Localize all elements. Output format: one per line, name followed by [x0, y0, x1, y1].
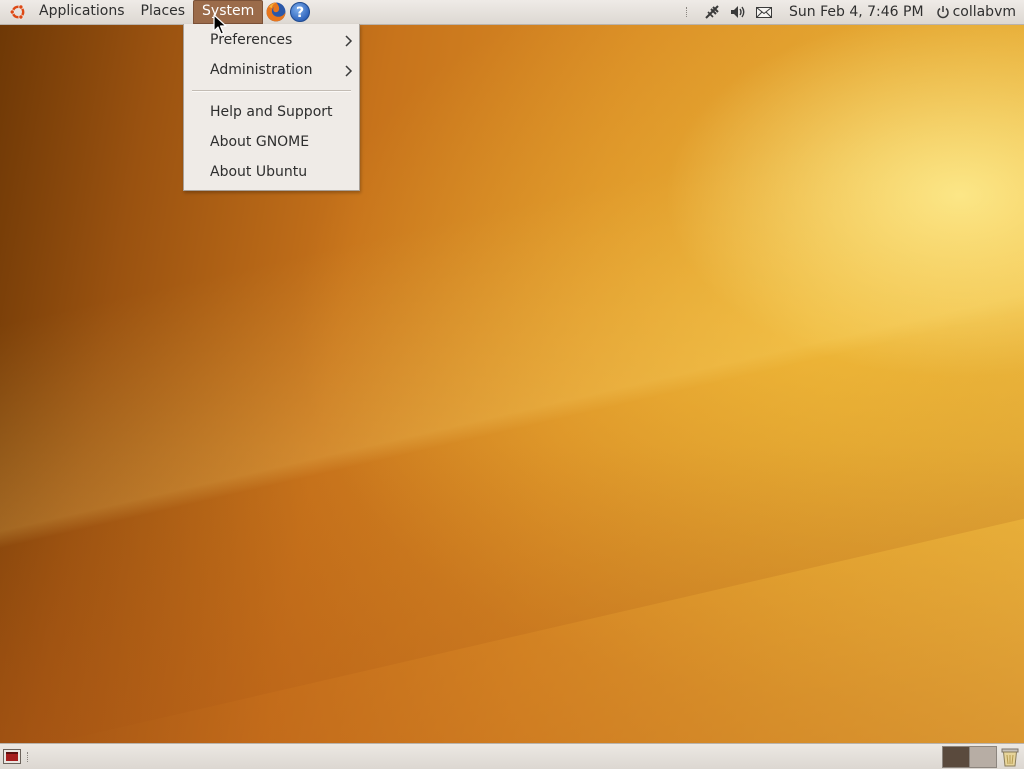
firefox-icon[interactable]: [265, 1, 287, 23]
show-desktop-icon[interactable]: [3, 749, 21, 764]
workspace-2[interactable]: [969, 746, 997, 768]
ubuntu-logo-icon[interactable]: [9, 3, 27, 21]
top-panel: Applications Places System ? Sun Feb 4, …: [0, 0, 1024, 25]
menu-item-about-ubuntu[interactable]: About Ubuntu: [210, 161, 307, 183]
help-icon[interactable]: ?: [289, 1, 311, 23]
menu-item-label: About GNOME: [210, 134, 310, 150]
menu-applications[interactable]: Applications: [31, 0, 133, 24]
menu-item-preferences[interactable]: Preferences: [210, 29, 350, 51]
volume-icon[interactable]: [728, 3, 748, 21]
chevron-right-icon: [345, 35, 353, 47]
chevron-right-icon: [345, 65, 353, 77]
menu-item-about-gnome[interactable]: About GNOME: [210, 131, 309, 153]
trash-icon[interactable]: [999, 746, 1021, 767]
desktop-wallpaper[interactable]: [0, 25, 1024, 743]
menu-item-label: About Ubuntu: [210, 164, 308, 180]
clock[interactable]: Sun Feb 4, 7:46 PM: [789, 4, 924, 20]
workspace-1[interactable]: [942, 746, 970, 768]
menu-separator: [192, 90, 351, 92]
menu-places[interactable]: Places: [133, 0, 194, 24]
svg-text:?: ?: [296, 5, 304, 21]
menu-item-label: Administration: [210, 62, 313, 78]
mouse-cursor-icon: [213, 14, 227, 35]
network-icon[interactable]: [702, 3, 722, 21]
user-menu[interactable]: collabvm: [936, 4, 1016, 20]
user-name: collabvm: [952, 4, 1016, 20]
system-menu: Preferences Administration Help and Supp…: [183, 24, 360, 191]
menu-item-label: Help and Support: [210, 104, 333, 120]
system-tray: Sun Feb 4, 7:46 PM collabvm: [678, 0, 1024, 24]
panel-handle[interactable]: [686, 7, 691, 17]
bottom-panel: [0, 743, 1024, 769]
menu-item-administration[interactable]: Administration: [210, 59, 350, 81]
power-icon: [936, 6, 949, 19]
menu-system[interactable]: System: [193, 0, 264, 24]
menu-item-help-and-support[interactable]: Help and Support: [210, 101, 333, 123]
mail-icon[interactable]: [754, 3, 774, 21]
panel-handle[interactable]: [27, 752, 31, 762]
